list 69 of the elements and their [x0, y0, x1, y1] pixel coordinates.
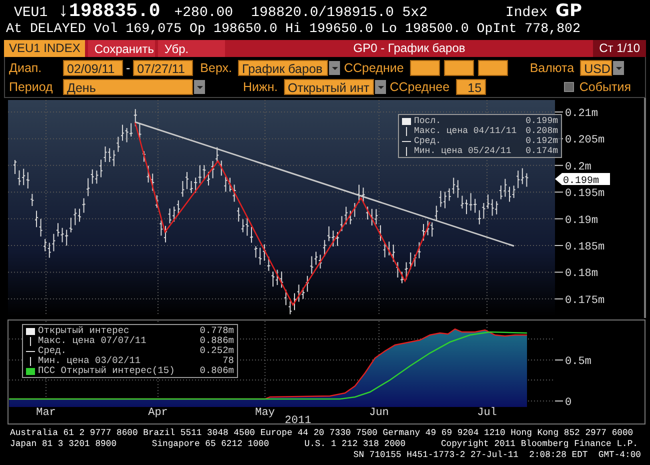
legend-value: 0.208m: [526, 126, 558, 136]
dropdown-field[interactable]: График баров: [238, 60, 328, 76]
legend-value: 0.806m: [200, 366, 234, 376]
axis-label: 2011: [284, 415, 312, 427]
dropdown-field[interactable]: День: [63, 78, 193, 94]
footer-text: Japan 81 3 3201 8900: [10, 439, 117, 450]
page-indicator: Ст 1/10: [593, 40, 646, 57]
quote-line: At DELAYED Vol 169,075 Op 198650.0 Hi 199650.0 Lo 198500.0 OpInt 778,802: [6, 21, 581, 36]
legend-label: Посл.: [414, 116, 442, 126]
chart-title: GP0 - График баров: [352, 40, 466, 57]
market-type: Index: [505, 5, 548, 21]
axis-label: Jun: [369, 407, 389, 419]
input-field[interactable]: 15: [456, 78, 486, 94]
field-label: Нижн.: [243, 80, 278, 94]
field-label: Валюта: [530, 60, 574, 74]
input-field[interactable]: 02/09/11: [63, 60, 123, 76]
legend-label: Мин. цена 03/02/11: [38, 356, 142, 366]
legend-value: 0.199m: [526, 116, 558, 126]
footer-text: Copyright 2011 Bloomberg Finance L.P.: [440, 439, 638, 450]
footer-text: SN 710155 H451-1773-2 27-Jul-11 2:08:28 EDT GMT-4:00: [352, 450, 642, 461]
legend-label: Макс. цена 07/07/11: [38, 336, 148, 346]
legend-label: Мин. цена 05/24/11: [414, 146, 512, 156]
axis-label: 0.5m: [565, 356, 592, 368]
legend-value: 0.886m: [200, 336, 234, 346]
axis-label: 0.2m: [565, 161, 592, 174]
axis-label: 0.21m: [565, 108, 598, 120]
security-label: VEU1 INDEX: [4, 40, 86, 57]
axis-label: 0.18m: [565, 268, 598, 280]
axis-label: Mar: [36, 407, 56, 419]
axis-label: 0: [565, 397, 572, 409]
legend-label: Макс. цена 04/11/11: [414, 126, 518, 136]
axis-label: 0.19m: [565, 214, 598, 227]
toolbar-button[interactable]: Убр.: [158, 40, 226, 57]
field-label: Верх.: [200, 60, 232, 74]
legend-value: 0.778m: [200, 326, 234, 336]
input-field[interactable]: 07/27/11: [133, 60, 194, 76]
axis-label: Apr: [148, 407, 168, 419]
legend-label: ПСС Открытый интерес(15): [38, 366, 176, 376]
legend-label: Сред.: [38, 346, 68, 356]
toolbar-button[interactable]: Сохранить: [88, 40, 156, 57]
axis-label: 0.205m: [565, 134, 605, 147]
legend-value: 0.252m: [200, 346, 234, 356]
legend-label: Сред.: [414, 136, 442, 146]
last-price-tag: 0.199m: [555, 173, 610, 187]
range-separator: -: [126, 60, 130, 74]
footer-text: Australia 61 2 9777 8600 Brazil 5511 3048 4500 Europe 44 20 7330 7500 Germany 49 69 9204 1210 Hong Kong 852 2977 6000: [10, 428, 634, 439]
footer-text: U.S. 1 212 318 2000: [304, 439, 406, 450]
field-label: Диап.: [8, 60, 43, 74]
legend-value: 0.174m: [526, 146, 558, 156]
axis-label: 0.185m: [565, 242, 605, 254]
ticker-symbol: VEU1: [14, 5, 48, 21]
bid-ask-quote: 198820.0/198915.0 5x2: [251, 5, 428, 21]
axis-label: Jul: [477, 407, 497, 419]
axis-label: 0.195m: [565, 188, 605, 200]
last-price: ↓198835.0: [58, 0, 160, 22]
price-change: +280.00: [174, 5, 234, 21]
field-label: ССредние: [344, 60, 404, 74]
axis-label: May: [255, 407, 275, 419]
dropdown-field[interactable]: USD: [580, 60, 612, 76]
footer-text: Singapore 65 6212 1000: [152, 439, 270, 450]
axis-label: 0.175m: [565, 294, 605, 307]
function-code: GP: [556, 1, 582, 21]
field-label: ССреднее: [390, 80, 450, 94]
dropdown-field[interactable]: Открытый инт: [284, 78, 374, 94]
legend-value: 0.192m: [526, 136, 558, 146]
checkbox-label: События: [579, 80, 631, 94]
legend-label: Открытый интерес: [38, 326, 130, 336]
legend-value: 78: [222, 356, 234, 366]
field-label: Период: [8, 80, 54, 94]
